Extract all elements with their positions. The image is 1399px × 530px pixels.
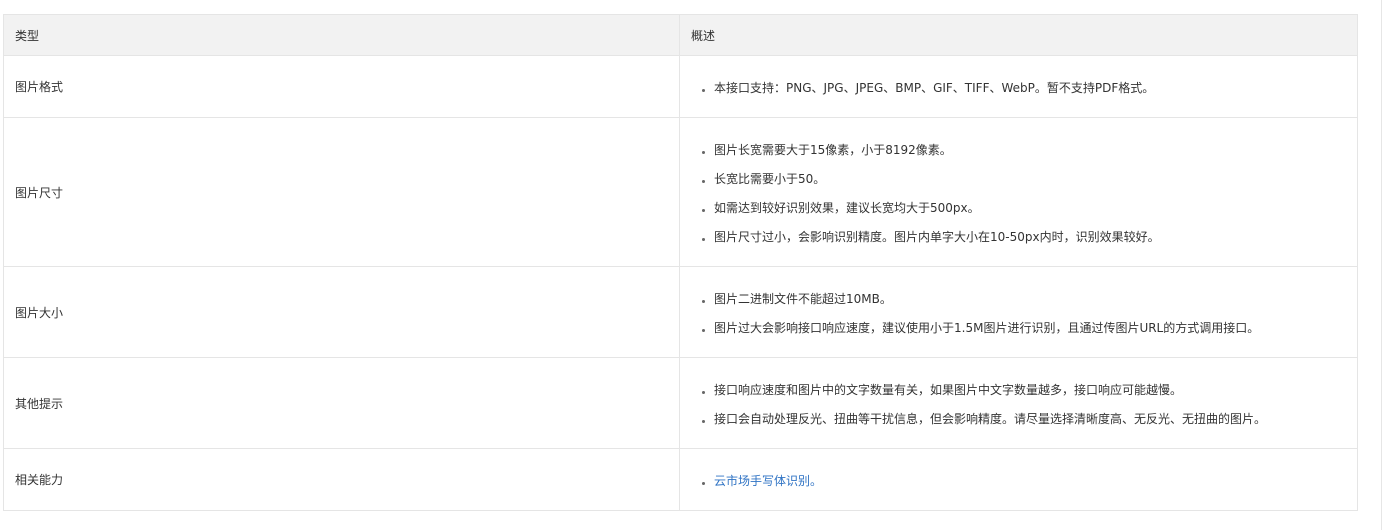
spec-table-container: 类型 概述 图片格式 本接口支持：PNG、JPG、JPEG、BMP、GIF、TI… (3, 14, 1358, 511)
page-scrollbar-edge[interactable] (1381, 0, 1382, 530)
bullet-list: 云市场手写体识别。 (691, 463, 1346, 496)
bullet-list: 图片二进制文件不能超过10MB。 图片过大会影响接口响应速度，建议使用小于1.5… (691, 281, 1346, 343)
row-description-cell: 图片长宽需要大于15像素，小于8192像素。 长宽比需要小于50。 如需达到较好… (679, 117, 1358, 267)
row-type-cell: 图片大小 (3, 266, 680, 358)
list-item: 图片长宽需要大于15像素，小于8192像素。 (691, 136, 1346, 165)
list-item: 图片尺寸过小，会影响识别精度。图片内单字大小在10-50px内时，识别效果较好。 (691, 223, 1346, 252)
row-type-cell: 图片格式 (3, 55, 680, 118)
header-description: 概述 (679, 14, 1358, 56)
table-row: 图片尺寸 图片长宽需要大于15像素，小于8192像素。 长宽比需要小于50。 如… (3, 117, 1358, 267)
list-item: 云市场手写体识别。 (691, 467, 1346, 496)
list-item: 长宽比需要小于50。 (691, 165, 1346, 194)
bullet-list: 图片长宽需要大于15像素，小于8192像素。 长宽比需要小于50。 如需达到较好… (691, 132, 1346, 252)
table-row: 图片格式 本接口支持：PNG、JPG、JPEG、BMP、GIF、TIFF、Web… (3, 55, 1358, 118)
list-item: 本接口支持：PNG、JPG、JPEG、BMP、GIF、TIFF、WebP。暂不支… (691, 74, 1346, 103)
row-type-cell: 相关能力 (3, 448, 680, 511)
row-description-cell: 图片二进制文件不能超过10MB。 图片过大会影响接口响应速度，建议使用小于1.5… (679, 266, 1358, 358)
row-description-cell: 本接口支持：PNG、JPG、JPEG、BMP、GIF、TIFF、WebP。暂不支… (679, 55, 1358, 118)
bullet-list: 本接口支持：PNG、JPG、JPEG、BMP、GIF、TIFF、WebP。暂不支… (691, 70, 1346, 103)
list-item: 接口会自动处理反光、扭曲等干扰信息，但会影响精度。请尽量选择清晰度高、无反光、无… (691, 405, 1346, 434)
related-capability-link[interactable]: 云市场手写体识别。 (714, 474, 822, 488)
row-type-cell: 图片尺寸 (3, 117, 680, 267)
list-item: 如需达到较好识别效果，建议长宽均大于500px。 (691, 194, 1346, 223)
row-description-cell: 云市场手写体识别。 (679, 448, 1358, 511)
row-type-cell: 其他提示 (3, 357, 680, 449)
header-type: 类型 (3, 14, 680, 56)
bullet-list: 接口响应速度和图片中的文字数量有关，如果图片中文字数量越多，接口响应可能越慢。 … (691, 372, 1346, 434)
table-row: 其他提示 接口响应速度和图片中的文字数量有关，如果图片中文字数量越多，接口响应可… (3, 357, 1358, 449)
list-item: 图片二进制文件不能超过10MB。 (691, 285, 1346, 314)
image-requirements-table: 类型 概述 图片格式 本接口支持：PNG、JPG、JPEG、BMP、GIF、TI… (3, 14, 1358, 511)
list-item: 接口响应速度和图片中的文字数量有关，如果图片中文字数量越多，接口响应可能越慢。 (691, 376, 1346, 405)
row-description-cell: 接口响应速度和图片中的文字数量有关，如果图片中文字数量越多，接口响应可能越慢。 … (679, 357, 1358, 449)
table-row: 图片大小 图片二进制文件不能超过10MB。 图片过大会影响接口响应速度，建议使用… (3, 266, 1358, 358)
list-item: 图片过大会影响接口响应速度，建议使用小于1.5M图片进行识别，且通过传图片URL… (691, 314, 1346, 343)
table-header-row: 类型 概述 (3, 14, 1358, 56)
table-row: 相关能力 云市场手写体识别。 (3, 448, 1358, 511)
